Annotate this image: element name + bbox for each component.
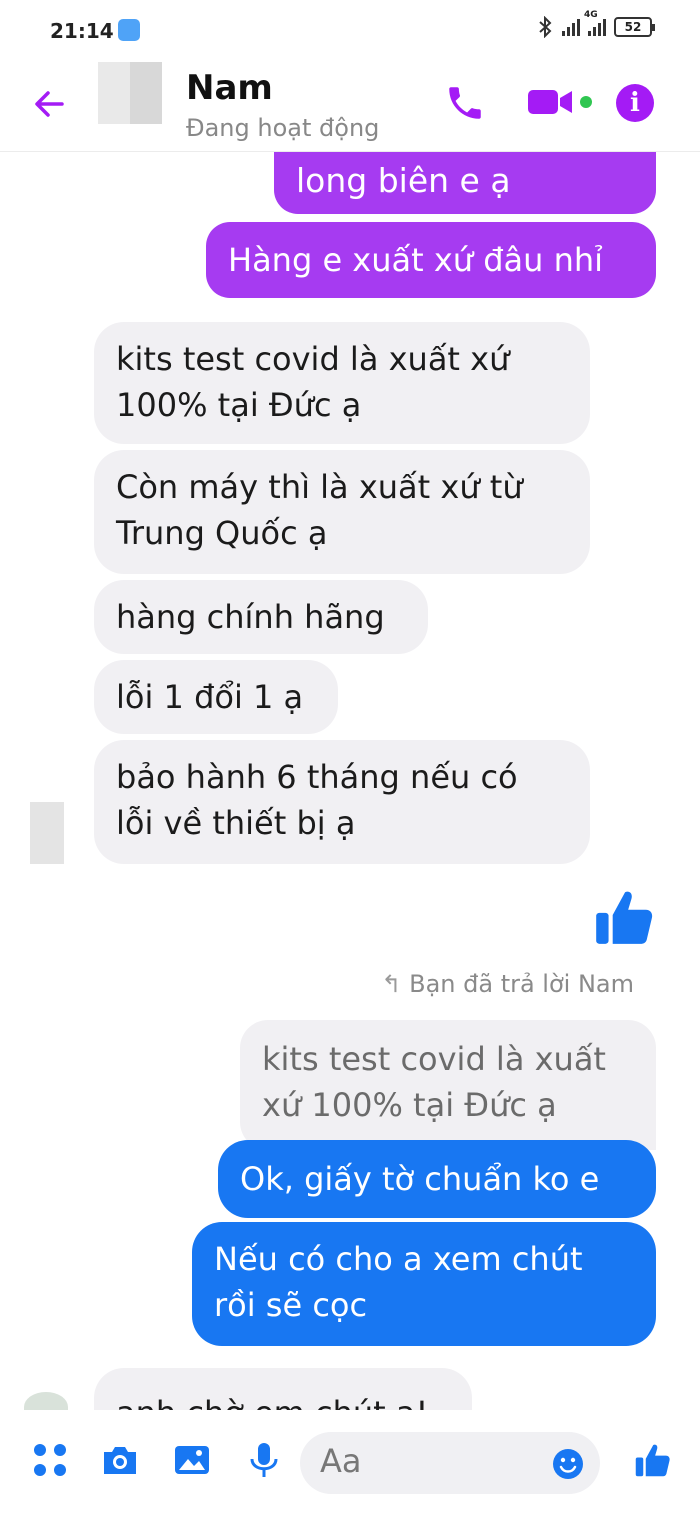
- image-icon[interactable]: [172, 1440, 212, 1480]
- sender-avatar[interactable]: [30, 802, 64, 864]
- notification-app-icon: [118, 19, 140, 41]
- message-bubble-sent[interactable]: Hàng e xuất xứ đâu nhỉ: [206, 222, 656, 298]
- apps-icon[interactable]: [30, 1440, 70, 1480]
- reply-note-text: Bạn đã trả lời Nam: [409, 970, 634, 998]
- message-bubble-received[interactable]: anh chờ em chút ạ!: [94, 1368, 472, 1410]
- signal-4g-icon: 4G: [584, 10, 606, 36]
- reply-indicator: ↰ Bạn đã trả lời Nam: [381, 970, 634, 998]
- message-text-line: Còn máy thì là xuất xứ từ: [116, 468, 523, 506]
- message-bubble-received[interactable]: Còn máy thì là xuất xứ từ Trung Quốc ạ: [94, 450, 590, 574]
- info-icon[interactable]: i: [616, 84, 654, 122]
- reply-arrow-icon: ↰: [381, 970, 410, 998]
- contact-status: Đang hoạt động: [186, 114, 380, 142]
- sender-avatar[interactable]: [24, 1392, 68, 1410]
- message-text-line: Nếu có cho a xem chút: [214, 1240, 583, 1278]
- message-text: hàng chính hãng: [116, 598, 385, 636]
- back-arrow-icon[interactable]: [30, 84, 70, 124]
- contact-name[interactable]: Nam: [186, 68, 273, 108]
- message-bubble-received[interactable]: lỗi 1 đổi 1 ạ: [94, 660, 338, 734]
- message-text: Ok, giấy tờ chuẩn ko e: [240, 1160, 600, 1198]
- chat-header: Nam Đang hoạt động i: [0, 62, 700, 152]
- message-text: anh chờ em chút ạ!: [116, 1394, 428, 1410]
- status-bar: 21:14 4G 52: [0, 0, 700, 62]
- message-text: Hàng e xuất xứ đâu nhỉ: [228, 241, 604, 279]
- emoji-icon[interactable]: [552, 1448, 584, 1480]
- message-bubble-sent[interactable]: Ok, giấy tờ chuẩn ko e: [218, 1140, 656, 1218]
- message-text-line: 100% tại Đức ạ: [116, 386, 362, 424]
- message-list[interactable]: long biên e ạ Hàng e xuất xứ đâu nhỉ kit…: [0, 152, 700, 1410]
- quoted-message[interactable]: kits test covid là xuất xứ 100% tại Đức …: [240, 1020, 656, 1150]
- phone-icon[interactable]: [444, 82, 486, 124]
- message-bubble-sent[interactable]: long biên e ạ: [274, 152, 656, 214]
- bluetooth-icon: [539, 16, 552, 38]
- status-icons: 4G 52: [536, 10, 655, 38]
- message-text-line: lỗi về thiết bị ạ: [116, 804, 356, 842]
- video-icon[interactable]: [526, 84, 574, 120]
- composer-bar: Aa: [0, 1410, 700, 1514]
- message-bubble-received[interactable]: bảo hành 6 tháng nếu có lỗi về thiết bị …: [94, 740, 590, 864]
- quote-text-line: xứ 100% tại Đức ạ: [262, 1086, 557, 1124]
- battery-icon: 52: [614, 17, 655, 37]
- mic-icon[interactable]: [244, 1440, 284, 1480]
- message-text: lỗi 1 đổi 1 ạ: [116, 678, 304, 716]
- message-text-line: rồi sẽ cọc: [214, 1286, 368, 1324]
- message-input-placeholder: Aa: [320, 1442, 362, 1480]
- message-text-line: bảo hành 6 tháng nếu có: [116, 758, 518, 796]
- message-text: long biên e ạ: [296, 161, 511, 200]
- active-dot: [580, 96, 592, 108]
- status-time: 21:14: [50, 19, 114, 43]
- camera-icon[interactable]: [100, 1440, 140, 1480]
- message-text-line: kits test covid là xuất xứ: [116, 340, 510, 378]
- message-bubble-received[interactable]: hàng chính hãng: [94, 580, 428, 654]
- message-bubble-sent[interactable]: Nếu có cho a xem chút rồi sẽ cọc: [192, 1222, 656, 1346]
- quote-text-line: kits test covid là xuất: [262, 1040, 606, 1078]
- contact-avatar[interactable]: [98, 62, 162, 124]
- message-bubble-received[interactable]: kits test covid là xuất xứ 100% tại Đức …: [94, 322, 590, 444]
- like-icon[interactable]: [590, 884, 656, 950]
- message-text-line: Trung Quốc ạ: [116, 514, 328, 552]
- signal-icon: [562, 18, 580, 36]
- net-label: 4G: [584, 10, 598, 20]
- like-send-icon[interactable]: [632, 1440, 672, 1480]
